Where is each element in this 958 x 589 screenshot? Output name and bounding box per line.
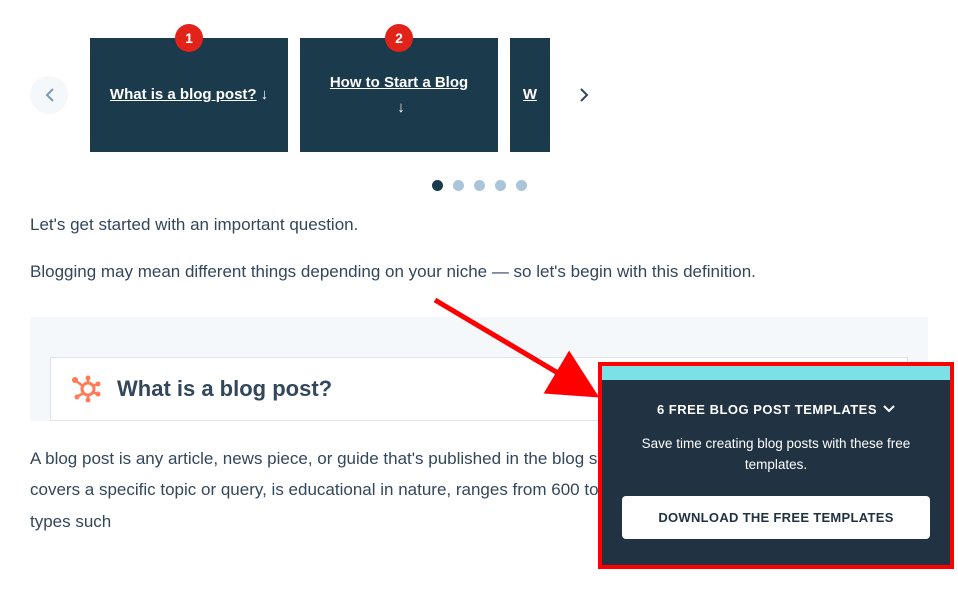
carousel-track: 1 What is a blog post?↓ 2 How to Start a… — [30, 30, 928, 160]
carousel-dot[interactable] — [495, 180, 506, 191]
carousel-dot[interactable] — [453, 180, 464, 191]
popup-title[interactable]: 6 FREE BLOG POST TEMPLATES — [622, 402, 930, 417]
intro-paragraph: Blogging may mean different things depen… — [30, 258, 928, 287]
carousel-card-3-partial[interactable]: W — [510, 38, 550, 152]
carousel-dot[interactable] — [474, 180, 485, 191]
carousel-dot[interactable] — [432, 180, 443, 191]
section-heading-title: What is a blog post? — [117, 376, 332, 402]
hubspot-sprocket-icon — [71, 374, 101, 404]
annotation-badge: 2 — [385, 24, 413, 52]
carousel-dots — [30, 180, 928, 191]
carousel-card-title: How to Start a Blog↓ — [318, 70, 480, 121]
popup-subtitle: Save time creating blog posts with these… — [630, 433, 922, 476]
carousel-card-title: What is a blog post?↓ — [98, 82, 280, 108]
carousel-prev-button[interactable] — [30, 76, 68, 114]
chevron-left-icon — [45, 88, 54, 102]
carousel-next-button[interactable] — [565, 76, 603, 114]
carousel-card-1[interactable]: 1 What is a blog post?↓ — [90, 38, 288, 152]
carousel-card-title: W — [511, 82, 549, 108]
carousel-dot[interactable] — [516, 180, 527, 191]
intro-content: Let's get started with an important ques… — [0, 191, 958, 287]
download-button[interactable]: DOWNLOAD THE FREE TEMPLATES — [622, 496, 930, 539]
intro-paragraph: Let's get started with an important ques… — [30, 211, 928, 240]
carousel: 1 What is a blog post?↓ 2 How to Start a… — [0, 0, 958, 191]
popup-accent-stripe — [602, 366, 950, 380]
cta-popup: 6 FREE BLOG POST TEMPLATES Save time cre… — [598, 362, 954, 569]
chevron-right-icon — [580, 88, 589, 102]
carousel-card-2[interactable]: 2 How to Start a Blog↓ — [300, 38, 498, 152]
annotation-badge: 1 — [175, 24, 203, 52]
chevron-down-icon — [883, 405, 895, 413]
